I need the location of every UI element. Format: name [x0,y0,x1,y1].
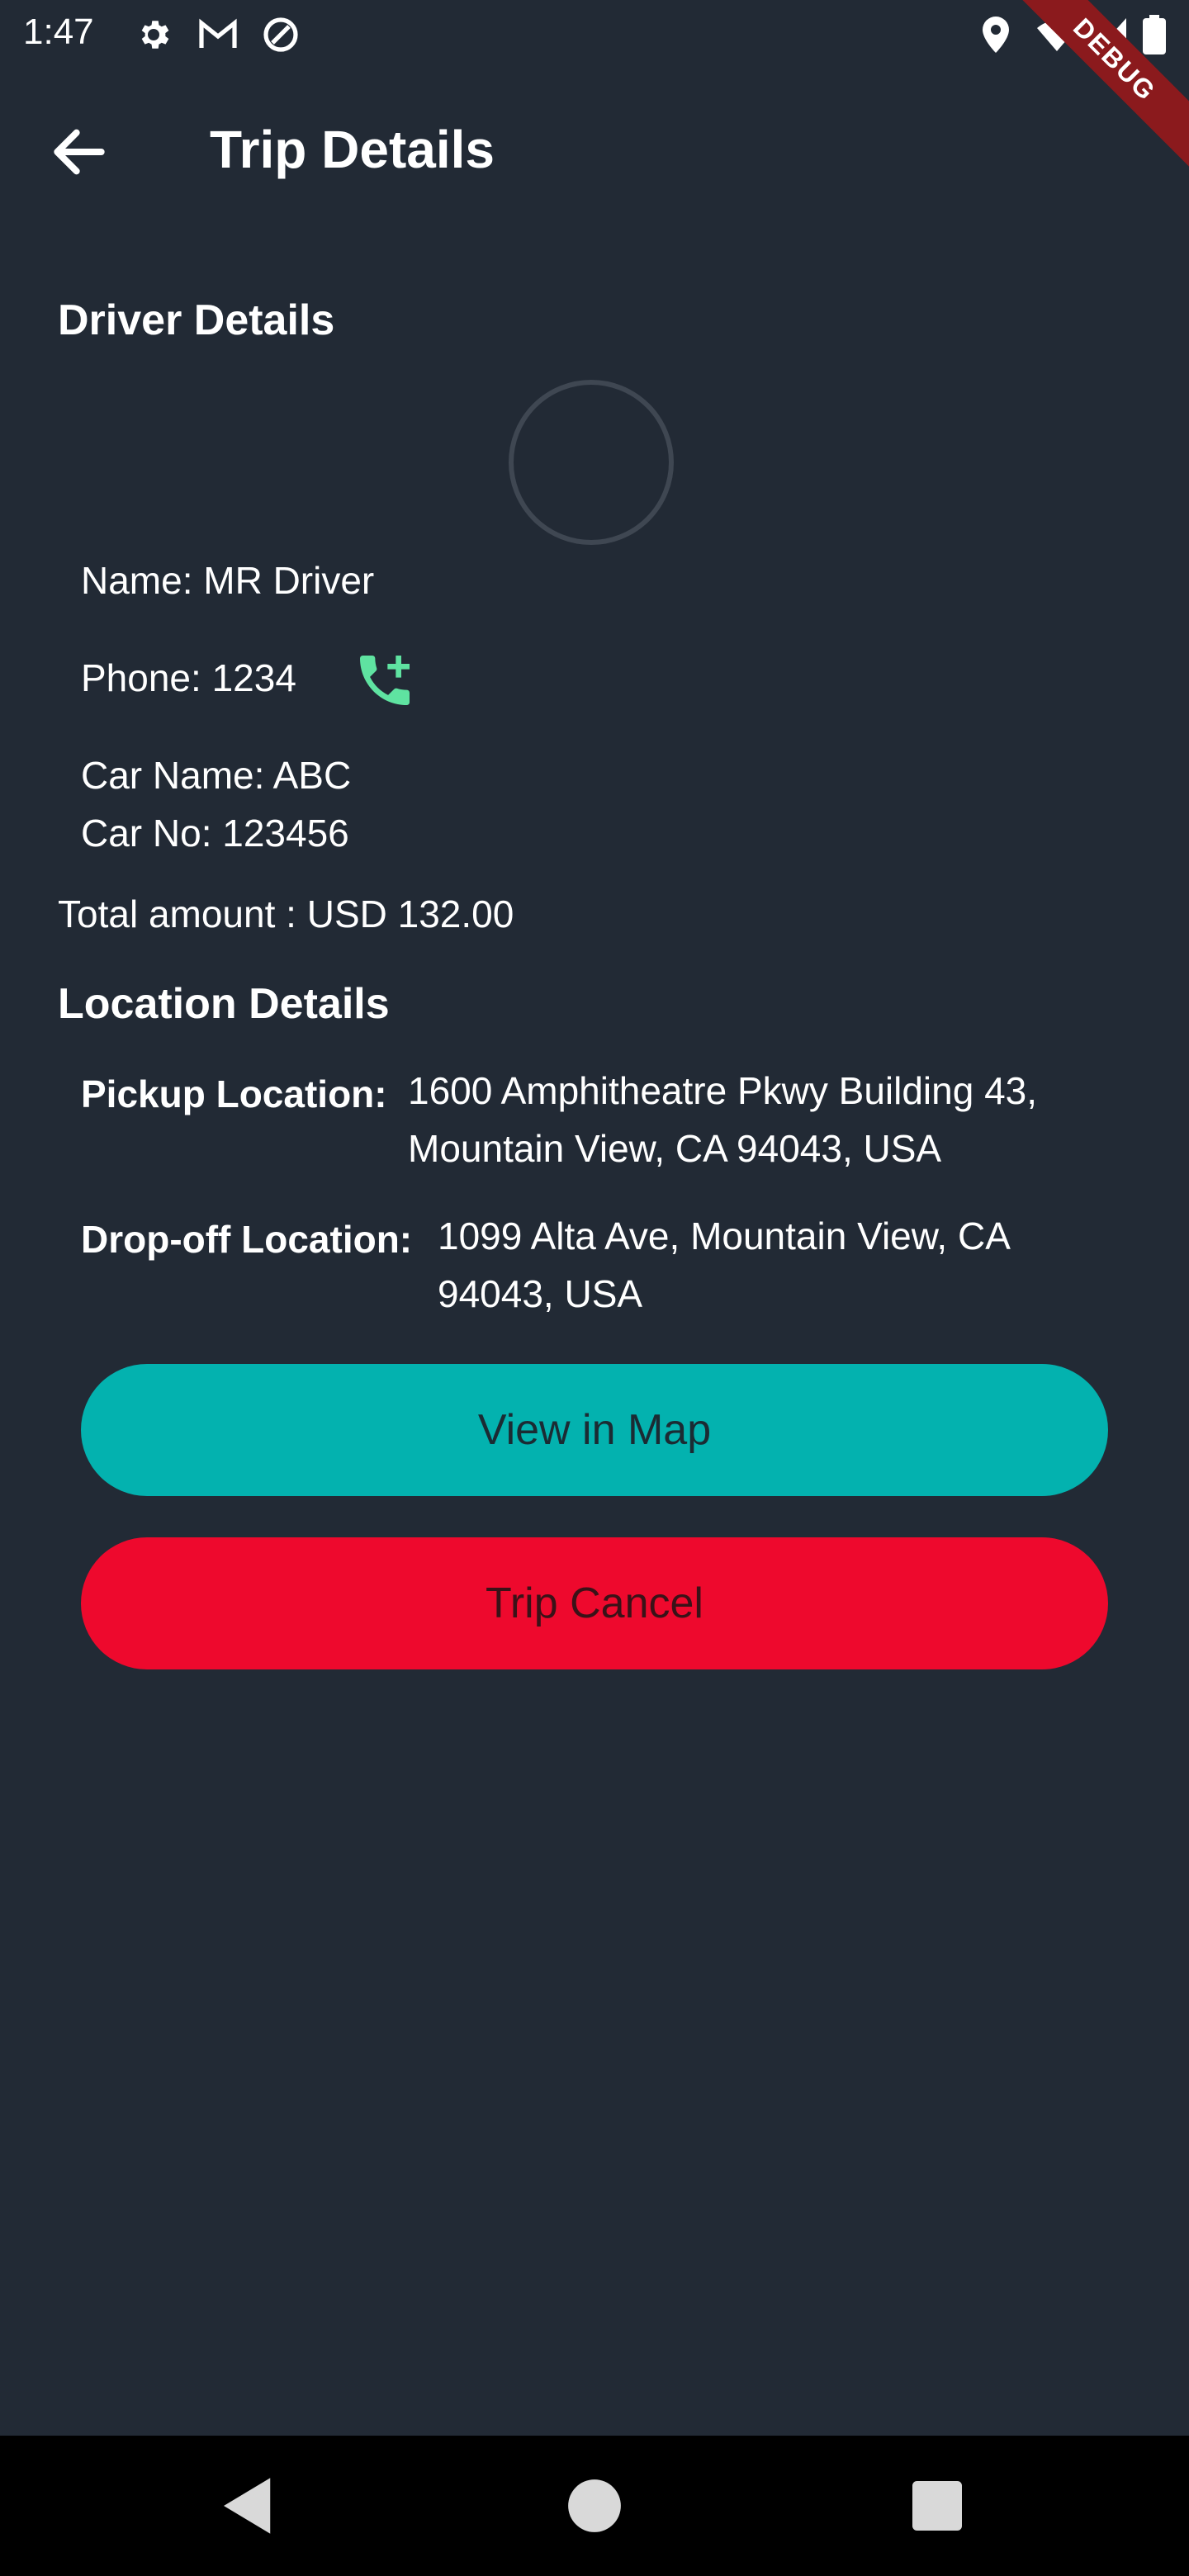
page-title: Trip Details [210,120,495,179]
gear-icon [141,21,169,49]
data-saver-icon [263,17,298,52]
dropoff-value: 1099 Alta Ave, Mountain View, CA 94043, … [438,1215,1009,1315]
car-number: Car No: 123456 [81,812,349,855]
location-details-title: Location Details [58,980,390,1028]
battery-icon [1143,15,1166,54]
system-nav-bar [0,2436,1189,2576]
avatar [509,380,674,545]
status-bar: 1:47 DEBUG [0,0,1189,193]
pickup-label: Pickup Location: [81,1073,387,1115]
trip-cancel-button[interactable]: Trip Cancel [81,1537,1108,1669]
location-icon [983,17,1009,53]
dropoff-label: Drop-off Location: [81,1218,413,1261]
app-bar: Trip Details [0,69,1189,231]
add-call-icon[interactable] [352,647,418,713]
nav-recents-icon[interactable] [900,2469,974,2543]
driver-details-title: Driver Details [58,296,335,344]
pickup-value: 1600 Amphitheatre Pkwy Building 43, Moun… [408,1069,1038,1170]
status-time: 1:47 [23,12,94,52]
car-name: Car Name: ABC [81,754,352,797]
driver-name: Name: MR Driver [81,559,375,602]
view-in-map-button[interactable]: View in Map [81,1364,1108,1496]
nav-back-icon[interactable] [211,2469,286,2543]
arrow-back-icon[interactable] [46,119,112,185]
nav-home-icon[interactable] [557,2469,632,2543]
total-amount: Total amount : USD 132.00 [58,893,514,935]
driver-phone: Phone: 1234 [81,656,296,699]
gmail-icon [199,18,237,48]
